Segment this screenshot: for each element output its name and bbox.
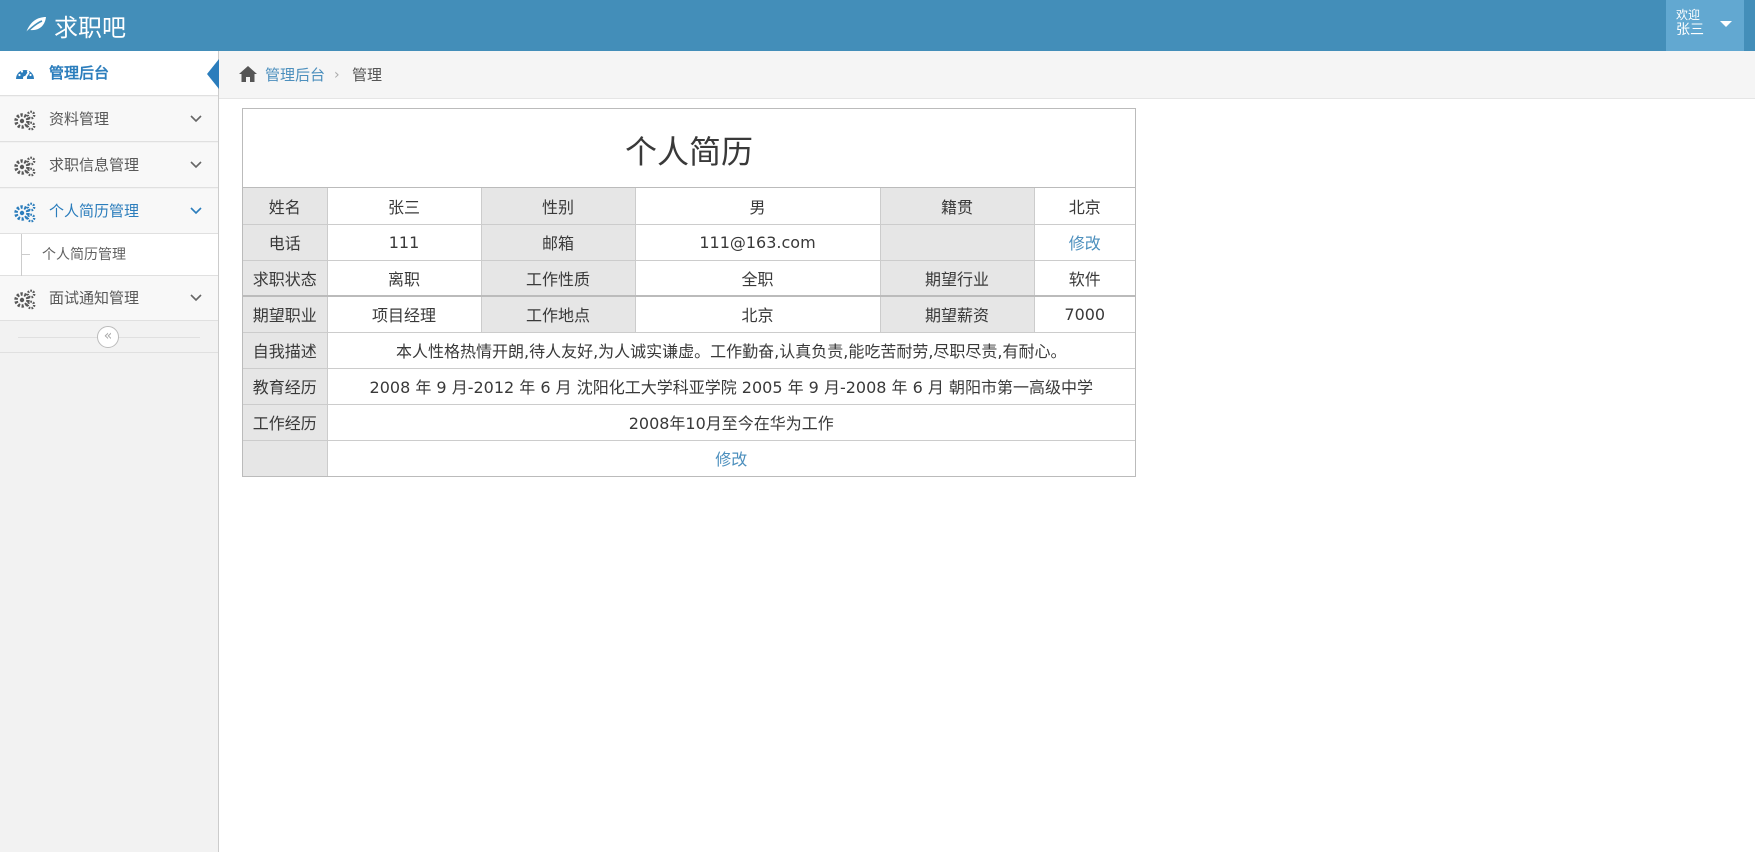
double-chevron-left-icon[interactable]: « [97, 326, 119, 348]
sidebar-item-label: 面试通知管理 [49, 289, 140, 307]
empty-header-cell [243, 439, 328, 476]
sidebar-item-label: 管理后台 [49, 64, 110, 82]
breadcrumb: 管理后台 › 管理 [219, 51, 1755, 99]
origin-label: 籍贯 [879, 188, 1035, 225]
resume-table: 姓名 张三 性别 男 籍贯 北京 电话 111 邮箱 111@163.com 修… [243, 188, 1135, 476]
gender-value: 男 [634, 188, 881, 225]
sidebar-item-label: 求职信息管理 [49, 156, 140, 174]
table-row: 求职状态 离职 工作性质 全职 期望行业 软件 [243, 259, 1135, 297]
sidebar-item-label: 个人简历管理 [49, 202, 140, 220]
gears-icon [14, 289, 36, 310]
sidebar-item-dashboard[interactable]: 管理后台 [0, 51, 219, 96]
industry-value: 软件 [1033, 259, 1135, 297]
gears-icon [14, 202, 36, 223]
tree-guide-dash [22, 254, 30, 255]
empty-header-cell [879, 223, 1035, 261]
user-name: 张三 [1676, 22, 1704, 38]
phone-value: 111 [326, 223, 482, 261]
name-label: 姓名 [243, 188, 328, 225]
table-row: 工作经历 2008年10月至今在华为工作 [243, 403, 1135, 441]
resume-panel: 个人简历 姓名 张三 性别 男 籍贯 北京 电话 111 邮箱 111@163.… [242, 108, 1136, 477]
home-icon[interactable] [238, 65, 258, 83]
chevron-down-icon [190, 294, 202, 302]
sidebar-item-job-info[interactable]: 求职信息管理 [0, 143, 218, 188]
chevron-down-icon [190, 207, 202, 215]
chevron-down-icon [190, 115, 202, 123]
sidebar-item-interview[interactable]: 面试通知管理 [0, 276, 218, 321]
industry-label: 期望行业 [879, 259, 1035, 297]
submenu-item-resume[interactable]: 个人简历管理 [0, 234, 218, 276]
self-desc-label: 自我描述 [243, 331, 328, 369]
edit-link[interactable]: 修改 [1033, 223, 1135, 261]
tree-guide-line [21, 234, 22, 276]
gears-icon [14, 156, 36, 177]
top-navbar: 求职吧 欢迎 张三 [0, 0, 1755, 51]
work-label: 工作经历 [243, 403, 328, 441]
sidebar-item-label: 资料管理 [49, 110, 110, 128]
table-row: 教育经历 2008 年 9 月-2012 年 6 月 沈阳化工大学科亚学院 20… [243, 367, 1135, 405]
position-label: 期望职业 [243, 295, 328, 333]
sidebar: 管理后台 资料管理 求职信息管理 个人简历管理 个人简历管理 面试通知管理 « [0, 51, 219, 852]
chevron-down-icon [190, 161, 202, 169]
origin-value: 北京 [1033, 188, 1135, 225]
user-menu[interactable]: 欢迎 张三 [1666, 0, 1744, 51]
dashboard-icon [16, 70, 34, 80]
breadcrumb-separator: › [334, 67, 340, 83]
salary-label: 期望薪资 [879, 295, 1035, 333]
brand-name: 求职吧 [54, 13, 126, 42]
name-value: 张三 [326, 188, 482, 225]
location-label: 工作地点 [480, 295, 636, 333]
welcome-text: 欢迎 [1676, 8, 1701, 22]
table-row: 姓名 张三 性别 男 籍贯 北京 [243, 188, 1135, 225]
resume-title: 个人简历 [243, 109, 1135, 188]
breadcrumb-current: 管理 [352, 66, 383, 84]
job-type-value: 全职 [634, 259, 881, 297]
email-label: 邮箱 [480, 223, 636, 261]
location-value: 北京 [634, 295, 881, 333]
table-row: 期望职业 项目经理 工作地点 北京 期望薪资 7000 [243, 295, 1135, 333]
sidebar-item-profile[interactable]: 资料管理 [0, 97, 218, 142]
email-value: 111@163.com [634, 223, 881, 261]
caret-down-icon [1720, 21, 1732, 27]
leaf-icon [25, 17, 46, 34]
brand-logo[interactable]: 求职吧 [24, 9, 126, 42]
education-label: 教育经历 [243, 367, 328, 405]
gender-label: 性别 [480, 188, 636, 225]
table-row: 修改 [243, 439, 1135, 476]
breadcrumb-link-home[interactable]: 管理后台 [265, 51, 325, 99]
position-value: 项目经理 [326, 295, 482, 333]
sidebar-collapse-bar: « [0, 321, 218, 353]
status-value: 离职 [326, 259, 482, 297]
table-row: 自我描述 本人性格热情开朗,待人友好,为人诚实谦虚。工作勤奋,认真负责,能吃苦耐… [243, 331, 1135, 369]
status-label: 求职状态 [243, 259, 328, 297]
education-value: 2008 年 9 月-2012 年 6 月 沈阳化工大学科亚学院 2005 年 … [326, 367, 1135, 405]
submenu-item-label: 个人简历管理 [42, 247, 126, 263]
table-row: 电话 111 邮箱 111@163.com 修改 [243, 223, 1135, 261]
phone-label: 电话 [243, 223, 328, 261]
self-desc-value: 本人性格热情开朗,待人友好,为人诚实谦虚。工作勤奋,认真负责,能吃苦耐劳,尽职尽… [326, 331, 1135, 369]
bottom-edit-link[interactable]: 修改 [326, 439, 1135, 476]
gears-icon [14, 110, 36, 131]
job-type-label: 工作性质 [480, 259, 636, 297]
sidebar-item-resume[interactable]: 个人简历管理 [0, 189, 218, 234]
work-value: 2008年10月至今在华为工作 [326, 403, 1135, 441]
salary-value: 7000 [1033, 295, 1135, 333]
